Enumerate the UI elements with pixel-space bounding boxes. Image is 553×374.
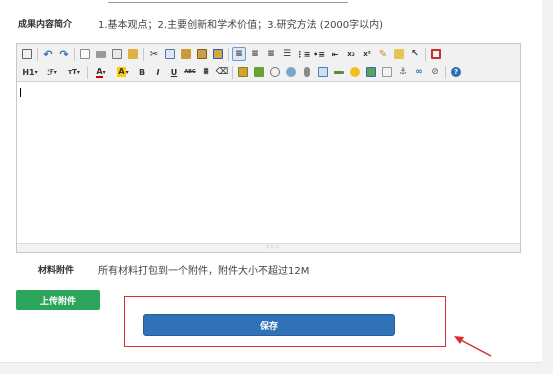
summary-hint: 1.基本观点；2.主要创新和学术价值；3.研究方法 (2000字以内) — [98, 20, 384, 31]
source-icon[interactable] — [20, 47, 34, 61]
attachment-hint: 所有材料打包到一个附件，附件大小不超过12M — [98, 266, 310, 277]
top-divider — [108, 2, 348, 3]
paste-text-icon[interactable] — [195, 47, 209, 61]
editor-statusbar: ⁙⁙⁙ — [17, 243, 520, 252]
rich-text-editor: ↶ ↷ ✂ ≡ ≡ ≡ ☰ ⋮≡ •≡ ⇤ x₂ x² ✎ ↖ H1 ▾ ℱ ▾… — [16, 43, 521, 253]
image-icon[interactable] — [236, 65, 250, 79]
align-center-icon[interactable]: ≡ — [248, 47, 262, 61]
toolbar-separator — [445, 65, 446, 79]
about-icon[interactable]: ? — [449, 65, 463, 79]
insert-file-icon[interactable] — [300, 65, 314, 79]
multi-image-icon[interactable] — [252, 65, 266, 79]
toolbar-separator — [232, 65, 233, 79]
paste-icon[interactable] — [179, 47, 193, 61]
arrow-head — [454, 336, 464, 344]
outdent-icon[interactable]: ⇤ — [328, 47, 342, 61]
toolbar-row-1: ↶ ↷ ✂ ≡ ≡ ≡ ☰ ⋮≡ •≡ ⇤ x₂ x² ✎ ↖ — [20, 46, 445, 62]
toolbar-separator — [228, 47, 229, 61]
attachment-label: 材料附件 — [38, 266, 75, 276]
cut-icon[interactable]: ✂ — [147, 47, 161, 61]
heading-icon[interactable]: H1 ▾ — [20, 65, 40, 79]
annotation-arrow-icon — [454, 336, 492, 357]
paste-word-icon[interactable] — [211, 47, 225, 61]
highlight-icon[interactable]: A ▾ — [113, 65, 133, 79]
form-panel: 成果内容简介 1.基本观点；2.主要创新和学术价值；3.研究方法 (2000字以… — [0, 0, 542, 363]
anchor-icon[interactable]: ⚓ — [396, 65, 410, 79]
align-right-icon[interactable]: ≡ — [264, 47, 278, 61]
upload-attachment-button[interactable]: 上传附件 — [16, 290, 100, 310]
line-height-icon[interactable]: ⩩ — [199, 65, 213, 79]
media-icon[interactable] — [284, 65, 298, 79]
code-icon[interactable] — [380, 65, 394, 79]
preview-icon[interactable] — [110, 47, 124, 61]
save-button[interactable]: 保存 — [143, 314, 395, 336]
editor-toolbar: ↶ ↷ ✂ ≡ ≡ ≡ ☰ ⋮≡ •≡ ⇤ x₂ x² ✎ ↖ H1 ▾ ℱ ▾… — [17, 44, 520, 82]
font-color-icon[interactable]: A ▾ — [91, 65, 111, 79]
emoticon-icon[interactable] — [348, 65, 362, 79]
horizontal-rule-icon[interactable] — [332, 65, 346, 79]
flash-icon[interactable] — [268, 65, 282, 79]
bold-icon[interactable]: B — [135, 65, 149, 79]
select-all-icon[interactable] — [392, 47, 406, 61]
editor-content-area[interactable] — [17, 82, 520, 243]
align-justify-icon[interactable]: ☰ — [280, 47, 294, 61]
fullscreen-icon[interactable] — [429, 47, 443, 61]
remove-format-icon[interactable]: ⌫ — [215, 65, 229, 79]
toolbar-separator — [143, 47, 144, 61]
unordered-list-icon[interactable]: •≡ — [312, 47, 326, 61]
toolbar-row-2: H1 ▾ ℱ ▾ ᴛT ▾ A ▾ A ▾ B I U ABC ⩩ ⌫ ⚓ ∞ … — [20, 64, 465, 80]
toolbar-separator — [74, 47, 75, 61]
map-icon[interactable] — [364, 65, 378, 79]
arrow-shaft — [456, 337, 492, 357]
strikethrough-icon[interactable]: ABC — [183, 65, 197, 79]
clear-format-icon[interactable]: ✎ — [376, 47, 390, 61]
new-page-icon[interactable] — [78, 47, 92, 61]
superscript-icon[interactable]: x² — [360, 47, 374, 61]
print-icon[interactable] — [94, 47, 108, 61]
toolbar-separator — [425, 47, 426, 61]
toolbar-separator — [37, 47, 38, 61]
underline-icon[interactable]: U — [167, 65, 181, 79]
copy-icon[interactable] — [163, 47, 177, 61]
font-size-icon[interactable]: ᴛT ▾ — [64, 65, 84, 79]
template-icon[interactable] — [126, 47, 140, 61]
link-icon[interactable]: ∞ — [412, 65, 426, 79]
undo-icon[interactable]: ↶ — [41, 47, 55, 61]
italic-icon[interactable]: I — [151, 65, 165, 79]
cursor-icon[interactable]: ↖ — [408, 47, 422, 61]
resize-grip-icon[interactable]: ⁙⁙⁙ — [265, 245, 280, 251]
subscript-icon[interactable]: x₂ — [344, 47, 358, 61]
redo-icon[interactable]: ↷ — [57, 47, 71, 61]
ordered-list-icon[interactable]: ⋮≡ — [296, 47, 311, 61]
font-family-icon[interactable]: ℱ ▾ — [42, 65, 62, 79]
unlink-icon[interactable]: ⊘ — [428, 65, 442, 79]
table-icon[interactable] — [316, 65, 330, 79]
toolbar-separator — [87, 65, 88, 79]
summary-label: 成果内容简介 — [18, 20, 73, 30]
align-left-icon[interactable]: ≡ — [232, 47, 246, 61]
